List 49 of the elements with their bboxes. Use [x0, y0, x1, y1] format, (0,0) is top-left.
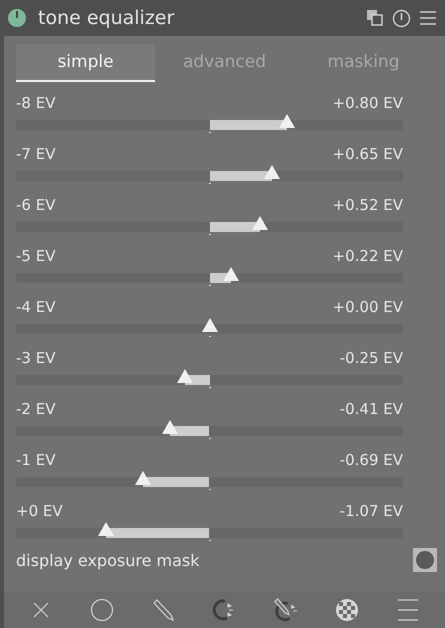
band-value: -0.69 EV [340, 451, 403, 471]
band-slider[interactable] [16, 113, 403, 133]
slider-thumb[interactable] [134, 470, 152, 486]
band-value: -0.41 EV [340, 400, 403, 420]
checker-icon[interactable] [334, 597, 360, 623]
band-value: +0.22 EV [332, 247, 403, 267]
band-slider[interactable] [16, 368, 403, 388]
band-label: -6 EV [16, 196, 56, 216]
slider-fill [210, 171, 272, 181]
band-value: +0.65 EV [332, 145, 403, 165]
band-value: +0.52 EV [332, 196, 403, 216]
power-icon[interactable] [6, 7, 28, 29]
module-title: tone equalizer [38, 7, 176, 29]
menu-icon[interactable] [419, 10, 437, 26]
mask-label: display exposure mask [16, 550, 200, 570]
band-slider[interactable] [16, 521, 403, 541]
tab[interactable]: simple [16, 44, 155, 82]
band-value: +0.80 EV [332, 94, 403, 114]
band-value: -0.25 EV [340, 349, 403, 369]
slider-thumb[interactable] [160, 419, 179, 435]
band-slider[interactable] [16, 470, 403, 490]
band-slider[interactable] [16, 317, 403, 337]
copy-icon[interactable] [366, 9, 384, 27]
slider-fill [210, 222, 260, 232]
slider-fill [142, 477, 210, 487]
band-label: -2 EV [16, 400, 56, 420]
slider-thumb[interactable] [250, 215, 269, 231]
band-slider[interactable] [16, 266, 403, 286]
slider-thumb[interactable] [263, 164, 282, 180]
band-label: -7 EV [16, 145, 56, 165]
band-slider[interactable] [16, 419, 403, 439]
band-slider[interactable] [16, 164, 403, 184]
band-slider[interactable] [16, 215, 403, 235]
circle-icon[interactable] [88, 597, 115, 623]
slider-thumb[interactable] [96, 521, 115, 537]
band-label: -4 EV [16, 298, 56, 318]
band-label: -8 EV [16, 94, 56, 114]
band-label: -1 EV [16, 451, 56, 471]
band-label: -3 EV [16, 349, 56, 369]
mask-toggle[interactable] [413, 548, 437, 572]
band-label: +0 EV [16, 502, 63, 522]
slider-thumb[interactable] [176, 368, 194, 384]
band-value: -1.07 EV [340, 502, 403, 522]
slider-thumb[interactable] [200, 317, 218, 333]
slider-thumb[interactable] [222, 266, 240, 282]
band-label: -5 EV [16, 247, 56, 267]
reset-icon[interactable] [392, 8, 411, 28]
slider-thumb[interactable] [278, 113, 296, 129]
band-value: +0.00 EV [332, 298, 403, 318]
